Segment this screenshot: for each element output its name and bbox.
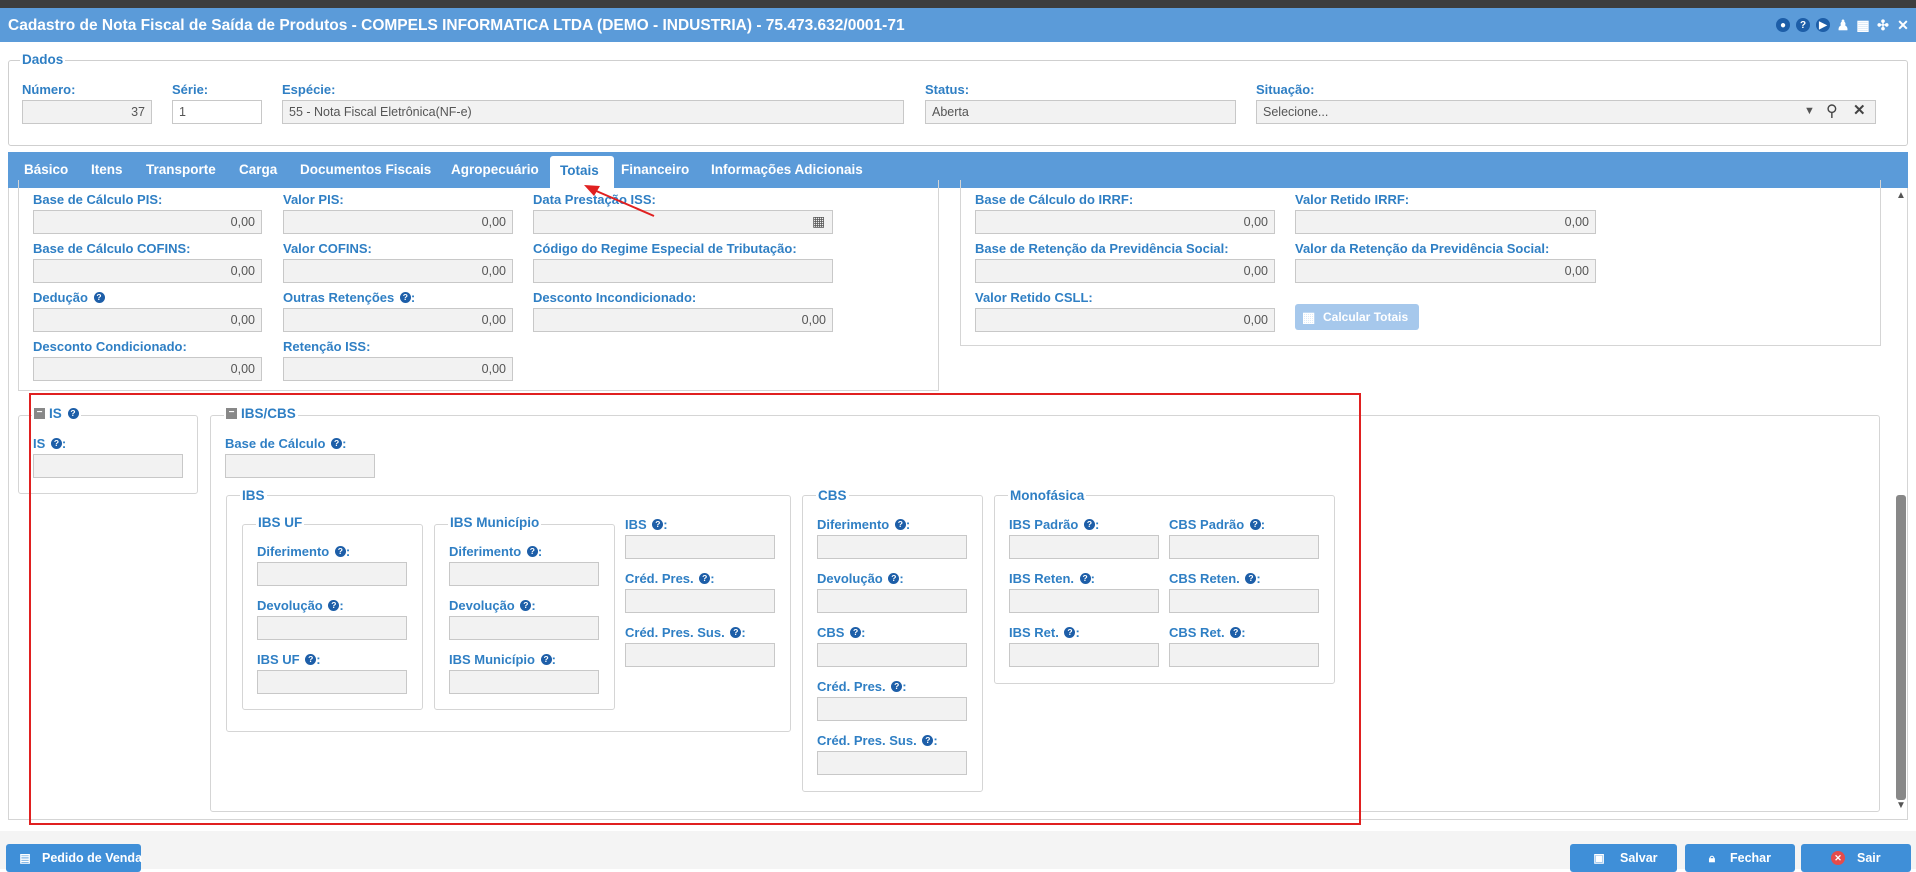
clear-icon[interactable]: ✕ xyxy=(1853,101,1866,119)
settings-icon[interactable]: ● xyxy=(1776,18,1790,32)
serie-label: Série: xyxy=(172,82,209,97)
search-icon[interactable]: ⚲ xyxy=(1826,101,1838,121)
valor-previdencia-label: Valor da Retenção da Previdência Social: xyxy=(1295,241,1550,256)
desconto-condicionado-field[interactable]: 0,00 xyxy=(33,357,262,381)
user-icon[interactable]: ♟ xyxy=(1836,17,1850,33)
valor-cofins-field[interactable]: 0,00 xyxy=(283,259,513,283)
calculator-icon: ▦ xyxy=(1302,309,1316,325)
situacao-select[interactable]: Selecione... xyxy=(1256,100,1876,124)
save-icon: ▣ xyxy=(1593,851,1605,865)
especie-label: Espécie: xyxy=(282,82,336,97)
status-field[interactable]: Aberta xyxy=(925,100,1236,124)
valor-pis-label: Valor PIS: xyxy=(283,192,344,207)
window-titlebar: Cadastro de Nota Fiscal de Saída de Prod… xyxy=(0,8,1916,42)
base-irrf-field[interactable]: 0,00 xyxy=(975,210,1275,234)
regime-label: Código do Regime Especial de Tributação: xyxy=(533,241,797,256)
base-previdencia-label: Base de Retenção da Previdência Social: xyxy=(975,241,1229,256)
base-irrf-label: Base de Cálculo do IRRF: xyxy=(975,192,1134,207)
scroll-up-icon[interactable]: ▲ xyxy=(1896,190,1906,201)
deducao-field[interactable]: 0,00 xyxy=(33,308,262,332)
retencao-iss-label: Retenção ISS: xyxy=(283,339,371,354)
csll-label: Valor Retido CSLL: xyxy=(975,290,1093,305)
annotation-arrow xyxy=(584,185,655,217)
chevron-down-icon[interactable]: ▼ xyxy=(1804,105,1815,117)
document-icon: ▤ xyxy=(19,851,31,865)
fullscreen-icon[interactable]: ✣ xyxy=(1876,17,1890,33)
base-pis-field[interactable]: 0,00 xyxy=(33,210,262,234)
desconto-incondicionado-label: Desconto Incondicionado: xyxy=(533,290,697,305)
situacao-label: Situação: xyxy=(1256,82,1315,97)
deducao-label: Dedução ? xyxy=(33,290,105,305)
desconto-incondicionado-field[interactable]: 0,00 xyxy=(533,308,833,332)
help-icon[interactable]: ? xyxy=(1796,18,1810,32)
lock-icon: 🔒︎ xyxy=(1708,851,1716,865)
base-pis-label: Base de Cálculo PIS: xyxy=(33,192,163,207)
help-icon[interactable]: ? xyxy=(399,292,411,304)
csll-field[interactable]: 0,00 xyxy=(975,308,1275,332)
fechar-button[interactable]: 🔒︎ Fechar xyxy=(1685,844,1795,872)
base-cofins-label: Base de Cálculo COFINS: xyxy=(33,241,191,256)
calcular-totais-button[interactable]: ▦ Calcular Totais xyxy=(1295,304,1419,330)
base-previdencia-field[interactable]: 0,00 xyxy=(975,259,1275,283)
calendar-icon[interactable]: ▦ xyxy=(1856,17,1870,33)
salvar-button[interactable]: ▣ Salvar xyxy=(1570,844,1677,872)
exit-icon: ✕ xyxy=(1831,851,1845,865)
play-icon[interactable]: ▶ xyxy=(1816,18,1830,32)
highlight-box xyxy=(29,393,1361,825)
numero-label: Número: xyxy=(22,82,76,97)
outras-retencoes-field[interactable]: 0,00 xyxy=(283,308,513,332)
scroll-down-icon[interactable]: ▼ xyxy=(1896,800,1906,811)
window-title: Cadastro de Nota Fiscal de Saída de Prod… xyxy=(8,17,905,34)
sair-button[interactable]: ✕ Sair xyxy=(1801,844,1911,872)
base-cofins-field[interactable]: 0,00 xyxy=(33,259,262,283)
retencao-iss-field[interactable]: 0,00 xyxy=(283,357,513,381)
valor-previdencia-field[interactable]: 0,00 xyxy=(1295,259,1596,283)
top-strip xyxy=(0,0,1916,8)
regime-field[interactable] xyxy=(533,259,833,283)
data-iss-field[interactable] xyxy=(533,210,833,234)
status-label: Status: xyxy=(925,82,970,97)
valor-pis-field[interactable]: 0,00 xyxy=(283,210,513,234)
close-icon[interactable]: ✕ xyxy=(1896,17,1910,33)
pedido-venda-button[interactable]: ▤ Pedido de Venda xyxy=(6,844,142,872)
especie-field[interactable]: 55 - Nota Fiscal Eletrônica(NF-e) xyxy=(282,100,904,124)
valor-irrf-field[interactable]: 0,00 xyxy=(1295,210,1596,234)
numero-field[interactable]: 37 xyxy=(22,100,152,124)
outras-retencoes-label: Outras Retenções ?: xyxy=(283,290,416,305)
desconto-condicionado-label: Desconto Condicionado: xyxy=(33,339,187,354)
serie-field[interactable]: 1 xyxy=(172,100,262,124)
scrollbar-thumb[interactable] xyxy=(1896,495,1906,800)
valor-irrf-label: Valor Retido IRRF: xyxy=(1295,192,1410,207)
dados-legend: Dados xyxy=(20,52,66,67)
help-icon[interactable]: ? xyxy=(93,292,105,304)
calendar-icon[interactable]: ▦ xyxy=(812,213,825,230)
valor-cofins-label: Valor COFINS: xyxy=(283,241,372,256)
